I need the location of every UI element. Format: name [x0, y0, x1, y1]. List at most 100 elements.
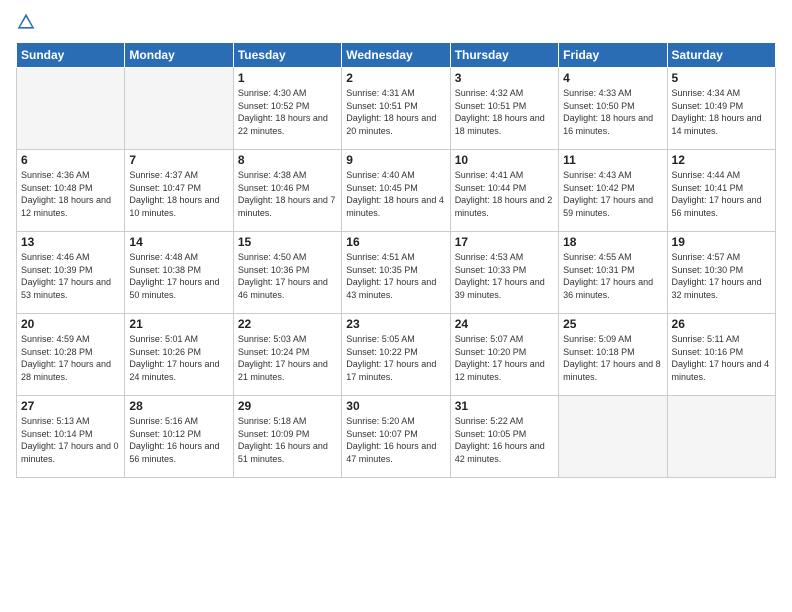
- weekday-header: Friday: [559, 43, 667, 68]
- page: SundayMondayTuesdayWednesdayThursdayFrid…: [0, 0, 792, 612]
- day-info: Sunrise: 4:48 AMSunset: 10:38 PMDaylight…: [129, 251, 228, 301]
- day-info: Sunrise: 4:40 AMSunset: 10:45 PMDaylight…: [346, 169, 445, 219]
- calendar-cell: 4 Sunrise: 4:33 AMSunset: 10:50 PMDayligh…: [559, 68, 667, 150]
- day-info: Sunrise: 4:38 AMSunset: 10:46 PMDaylight…: [238, 169, 337, 219]
- calendar-cell: [17, 68, 125, 150]
- day-number: 6: [21, 153, 120, 167]
- calendar-week-row: 27 Sunrise: 5:13 AMSunset: 10:14 PMDaylig…: [17, 396, 776, 478]
- day-info: Sunrise: 5:16 AMSunset: 10:12 PMDaylight…: [129, 415, 228, 465]
- day-number: 13: [21, 235, 120, 249]
- calendar-cell: [125, 68, 233, 150]
- day-number: 25: [563, 317, 662, 331]
- calendar-cell: [559, 396, 667, 478]
- calendar-cell: 2Sunrise: 4:31 AMSunset: 10:51 PMDayligh…: [342, 68, 450, 150]
- calendar-cell: 20 Sunrise: 4:59 AMSunset: 10:28 PMDaylig…: [17, 314, 125, 396]
- day-info: Sunrise: 4:34 AMSunset: 10:49 PMDaylight…: [672, 87, 771, 137]
- calendar-body: 1 Sunrise: 4:30 AMSunset: 10:52 PMDayligh…: [17, 68, 776, 478]
- day-info: Sunrise: 5:07 AMSunset: 10:20 PMDaylight…: [455, 333, 554, 383]
- calendar-cell: 23 Sunrise: 5:05 AMSunset: 10:22 PMDaylig…: [342, 314, 450, 396]
- day-info: Sunrise: 5:11 AMSunset: 10:16 PMDaylight…: [672, 333, 771, 383]
- calendar-cell: 3 Sunrise: 4:32 AMSunset: 10:51 PMDayligh…: [450, 68, 558, 150]
- calendar-cell: 25 Sunrise: 5:09 AMSunset: 10:18 PMDaylig…: [559, 314, 667, 396]
- day-info: Sunrise: 4:33 AMSunset: 10:50 PMDaylight…: [563, 87, 662, 137]
- calendar-cell: 27 Sunrise: 5:13 AMSunset: 10:14 PMDaylig…: [17, 396, 125, 478]
- calendar-cell: 14 Sunrise: 4:48 AMSunset: 10:38 PMDaylig…: [125, 232, 233, 314]
- day-number: 15: [238, 235, 337, 249]
- day-info: Sunrise: 4:50 AMSunset: 10:36 PMDaylight…: [238, 251, 337, 301]
- calendar-cell: 1 Sunrise: 4:30 AMSunset: 10:52 PMDayligh…: [233, 68, 341, 150]
- day-number: 17: [455, 235, 554, 249]
- calendar-cell: 11 Sunrise: 4:43 AMSunset: 10:42 PMDaylig…: [559, 150, 667, 232]
- calendar-cell: 9 Sunrise: 4:40 AMSunset: 10:45 PMDayligh…: [342, 150, 450, 232]
- calendar-cell: 24 Sunrise: 5:07 AMSunset: 10:20 PMDaylig…: [450, 314, 558, 396]
- day-info: Sunrise: 5:22 AMSunset: 10:05 PMDaylight…: [455, 415, 554, 465]
- day-number: 23: [346, 317, 445, 331]
- calendar-cell: 17 Sunrise: 4:53 AMSunset: 10:33 PMDaylig…: [450, 232, 558, 314]
- calendar-cell: 8Sunrise: 4:38 AMSunset: 10:46 PMDayligh…: [233, 150, 341, 232]
- calendar-cell: [667, 396, 775, 478]
- weekday-header: Wednesday: [342, 43, 450, 68]
- day-info: Sunrise: 5:05 AMSunset: 10:22 PMDaylight…: [346, 333, 445, 383]
- calendar-cell: 21 Sunrise: 5:01 AMSunset: 10:26 PMDaylig…: [125, 314, 233, 396]
- day-number: 1: [238, 71, 337, 85]
- day-number: 22: [238, 317, 337, 331]
- day-info: Sunrise: 4:46 AMSunset: 10:39 PMDaylight…: [21, 251, 120, 301]
- day-number: 29: [238, 399, 337, 413]
- weekday-header: Tuesday: [233, 43, 341, 68]
- calendar: SundayMondayTuesdayWednesdayThursdayFrid…: [16, 42, 776, 478]
- day-info: Sunrise: 4:51 AMSunset: 10:35 PMDaylight…: [346, 251, 445, 301]
- calendar-cell: 26Sunrise: 5:11 AMSunset: 10:16 PMDaylig…: [667, 314, 775, 396]
- calendar-week-row: 1 Sunrise: 4:30 AMSunset: 10:52 PMDayligh…: [17, 68, 776, 150]
- day-info: Sunrise: 4:36 AMSunset: 10:48 PMDaylight…: [21, 169, 120, 219]
- day-number: 11: [563, 153, 662, 167]
- calendar-cell: 6 Sunrise: 4:36 AMSunset: 10:48 PMDayligh…: [17, 150, 125, 232]
- calendar-week-row: 6 Sunrise: 4:36 AMSunset: 10:48 PMDayligh…: [17, 150, 776, 232]
- day-number: 28: [129, 399, 228, 413]
- day-number: 7: [129, 153, 228, 167]
- day-number: 19: [672, 235, 771, 249]
- day-info: Sunrise: 5:01 AMSunset: 10:26 PMDaylight…: [129, 333, 228, 383]
- day-number: 14: [129, 235, 228, 249]
- day-number: 18: [563, 235, 662, 249]
- weekday-header: Sunday: [17, 43, 125, 68]
- day-info: Sunrise: 4:37 AMSunset: 10:47 PMDaylight…: [129, 169, 228, 219]
- day-number: 24: [455, 317, 554, 331]
- day-number: 4: [563, 71, 662, 85]
- day-info: Sunrise: 4:55 AMSunset: 10:31 PMDaylight…: [563, 251, 662, 301]
- day-info: Sunrise: 5:13 AMSunset: 10:14 PMDaylight…: [21, 415, 120, 465]
- calendar-cell: 30 Sunrise: 5:20 AMSunset: 10:07 PMDaylig…: [342, 396, 450, 478]
- day-info: Sunrise: 5:09 AMSunset: 10:18 PMDaylight…: [563, 333, 662, 383]
- calendar-cell: 28 Sunrise: 5:16 AMSunset: 10:12 PMDaylig…: [125, 396, 233, 478]
- calendar-week-row: 13 Sunrise: 4:46 AMSunset: 10:39 PMDaylig…: [17, 232, 776, 314]
- day-number: 10: [455, 153, 554, 167]
- day-info: Sunrise: 5:18 AMSunset: 10:09 PMDaylight…: [238, 415, 337, 465]
- day-info: Sunrise: 5:20 AMSunset: 10:07 PMDaylight…: [346, 415, 445, 465]
- day-number: 9: [346, 153, 445, 167]
- day-info: Sunrise: 4:44 AMSunset: 10:41 PMDaylight…: [672, 169, 771, 219]
- calendar-cell: 13 Sunrise: 4:46 AMSunset: 10:39 PMDaylig…: [17, 232, 125, 314]
- day-info: Sunrise: 5:03 AMSunset: 10:24 PMDaylight…: [238, 333, 337, 383]
- day-number: 21: [129, 317, 228, 331]
- calendar-cell: 16Sunrise: 4:51 AMSunset: 10:35 PMDaylig…: [342, 232, 450, 314]
- calendar-cell: 5Sunrise: 4:34 AMSunset: 10:49 PMDayligh…: [667, 68, 775, 150]
- day-info: Sunrise: 4:57 AMSunset: 10:30 PMDaylight…: [672, 251, 771, 301]
- day-info: Sunrise: 4:32 AMSunset: 10:51 PMDaylight…: [455, 87, 554, 137]
- day-number: 12: [672, 153, 771, 167]
- calendar-cell: 7 Sunrise: 4:37 AMSunset: 10:47 PMDayligh…: [125, 150, 233, 232]
- weekday-header: Thursday: [450, 43, 558, 68]
- calendar-cell: 12 Sunrise: 4:44 AMSunset: 10:41 PMDaylig…: [667, 150, 775, 232]
- day-number: 30: [346, 399, 445, 413]
- day-info: Sunrise: 4:53 AMSunset: 10:33 PMDaylight…: [455, 251, 554, 301]
- day-number: 31: [455, 399, 554, 413]
- day-number: 20: [21, 317, 120, 331]
- day-info: Sunrise: 4:59 AMSunset: 10:28 PMDaylight…: [21, 333, 120, 383]
- day-info: Sunrise: 4:43 AMSunset: 10:42 PMDaylight…: [563, 169, 662, 219]
- calendar-cell: 10 Sunrise: 4:41 AMSunset: 10:44 PMDaylig…: [450, 150, 558, 232]
- weekday-header: Saturday: [667, 43, 775, 68]
- day-info: Sunrise: 4:41 AMSunset: 10:44 PMDaylight…: [455, 169, 554, 219]
- calendar-week-row: 20 Sunrise: 4:59 AMSunset: 10:28 PMDaylig…: [17, 314, 776, 396]
- day-info: Sunrise: 4:30 AMSunset: 10:52 PMDaylight…: [238, 87, 337, 137]
- day-number: 3: [455, 71, 554, 85]
- day-number: 27: [21, 399, 120, 413]
- header: [16, 12, 776, 32]
